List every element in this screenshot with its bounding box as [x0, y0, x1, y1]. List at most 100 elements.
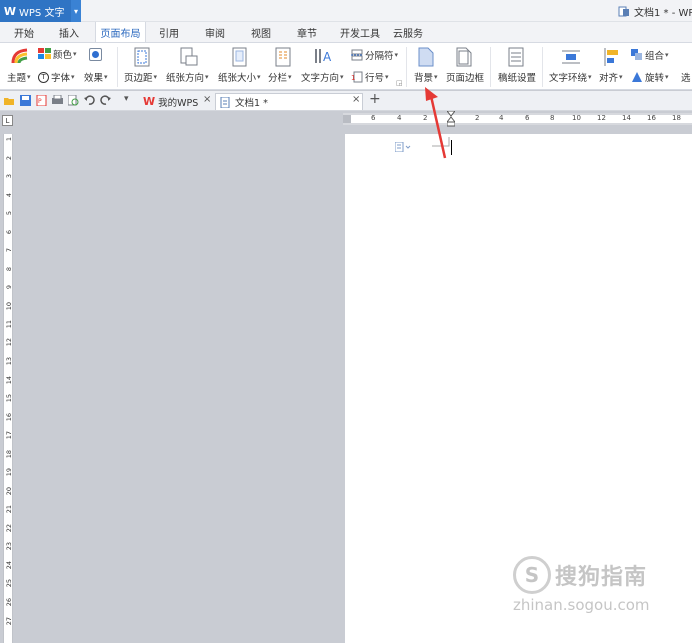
open-folder-icon[interactable]	[4, 95, 15, 106]
text-direction-icon: A	[315, 49, 332, 64]
ruler-label: 23	[5, 542, 13, 551]
columns-icon	[275, 47, 291, 67]
redo-icon[interactable]	[100, 95, 111, 106]
tab-view[interactable]: 视图	[242, 22, 280, 42]
wrap-text-icon	[562, 50, 580, 64]
horizontal-ruler[interactable]: 6 4 2 2 4 6 8 10 12 14 16 18	[343, 111, 692, 127]
ruler-label: 18	[5, 450, 13, 459]
ruler-label: 2	[5, 156, 13, 161]
ruler-label: 6	[525, 114, 530, 122]
text-cursor	[451, 140, 452, 155]
breaks-button[interactable]: 分隔符 ▾	[351, 48, 398, 62]
ruler-corner-tab-selector[interactable]: L	[2, 115, 13, 126]
ruler-label: 2	[475, 114, 480, 122]
watermark-text: 搜狗指南	[555, 565, 648, 590]
ruler-label: 12	[597, 114, 606, 122]
paragraph-layout-icon[interactable]	[395, 142, 411, 152]
ruler-label: 11	[5, 320, 13, 329]
margin-corner-mark	[432, 137, 450, 147]
chevron-down-icon[interactable]: ▾	[71, 0, 81, 22]
background-button[interactable]: 背景 ▾	[414, 70, 438, 84]
columns-button[interactable]: 分栏 ▾	[268, 70, 292, 84]
tab-review[interactable]: 审阅	[196, 22, 234, 42]
paper-size-button[interactable]: 纸张大小 ▾	[218, 70, 261, 84]
text-direction-button[interactable]: 文字方向 ▾	[301, 70, 344, 84]
ribbon-separator	[406, 47, 407, 87]
dialog-launcher-icon[interactable]: ◲	[396, 79, 403, 87]
color-button[interactable]: 颜色 ▾	[38, 47, 77, 61]
print-icon[interactable]	[52, 95, 63, 106]
svg-text:P: P	[38, 98, 42, 105]
breaks-icon	[351, 49, 363, 61]
tab-home[interactable]: 开始	[4, 22, 44, 42]
theme-icon	[11, 48, 28, 64]
ruler-label: 3	[5, 174, 13, 179]
ruler-label: 25	[5, 579, 13, 588]
orientation-button[interactable]: 纸张方向 ▾	[166, 70, 209, 84]
title-bar: W WPS 文字 ▾ 文档1 * - WPS	[0, 0, 692, 22]
page-border-icon	[456, 47, 472, 67]
ruler-label: 13	[5, 357, 13, 366]
watermark-url: zhinan.sogou.com	[513, 596, 650, 614]
tab-insert[interactable]: 插入	[48, 22, 90, 42]
effect-button[interactable]: 效果 ▾	[84, 70, 108, 84]
ruler-margin-area	[343, 115, 351, 123]
ribbon-separator	[490, 47, 491, 87]
tab-developer[interactable]: 开发工具	[332, 22, 388, 42]
ruler-label: 14	[5, 376, 13, 385]
ruler-label: 16	[647, 114, 656, 122]
ribbon-page-layout: 主题 ▾ 颜色 ▾ T 字体 ▾ 效果 ▾ 页边距 ▾ 纸张方向 ▾ 纸张大小 ▾ 分栏 ▾ A…	[0, 42, 692, 90]
document-title: 文档1 * - WPS	[634, 7, 692, 19]
rotate-icon	[632, 72, 642, 82]
export-pdf-icon[interactable]: P	[36, 95, 47, 106]
ruler-label: 18	[672, 114, 681, 122]
app-menu-button[interactable]: W WPS 文字 ▾	[0, 0, 81, 22]
ribbon-separator	[117, 47, 118, 87]
manuscript-button[interactable]: 稿纸设置	[498, 70, 536, 84]
undo-icon[interactable]	[84, 95, 95, 106]
close-tab-icon[interactable]: ×	[352, 94, 360, 105]
font-circle-icon: T	[38, 71, 49, 83]
svg-text:A: A	[323, 50, 332, 64]
ruler-label: 21	[5, 505, 13, 514]
effect-icon	[89, 48, 102, 61]
line-numbers-button[interactable]: 1 行号 ▾	[351, 70, 389, 84]
tab-section[interactable]: 章节	[288, 22, 326, 42]
align-button[interactable]: 对齐 ▾	[599, 70, 623, 84]
wrap-text-button[interactable]: 文字环绕 ▾	[549, 70, 592, 84]
rotate-button[interactable]: 旋转 ▾	[631, 70, 669, 84]
customize-dropdown-icon[interactable]: ▾	[124, 94, 129, 104]
select-pane-button[interactable]: 选	[681, 70, 691, 84]
ruler-label: 7	[5, 248, 13, 253]
ruler-label: 6	[5, 230, 13, 235]
tab-document-1[interactable]: 文档1 *	[215, 93, 363, 110]
new-tab-plus-icon[interactable]: +	[369, 91, 381, 107]
margins-button[interactable]: 页边距 ▾	[124, 70, 157, 84]
tab-references[interactable]: 引用	[150, 22, 188, 42]
vertical-ruler[interactable]: 1 2 3 4 5 6 7 8 9 10 11 12 13 14 15 16 1…	[3, 134, 13, 643]
sogou-logo-icon: S	[513, 556, 551, 594]
ruler-label: 20	[5, 487, 13, 496]
tab-cloud[interactable]: 云服务	[388, 22, 428, 42]
group-button[interactable]: 组合 ▾	[631, 48, 669, 62]
manuscript-icon	[508, 47, 524, 67]
ruler-label: 1	[5, 137, 13, 142]
tab-page-layout[interactable]: 页面布局	[95, 22, 146, 43]
ribbon-separator	[542, 47, 543, 87]
ruler-label: 27	[5, 617, 13, 626]
page-border-button[interactable]: 页面边框	[446, 70, 484, 84]
indent-marker-icon[interactable]	[447, 111, 455, 127]
ruler-label: 24	[5, 561, 13, 570]
ruler-label: 10	[572, 114, 581, 122]
document-icon	[618, 6, 629, 16]
close-tab-icon[interactable]: ×	[203, 94, 211, 105]
font-button[interactable]: T 字体 ▾	[38, 70, 75, 84]
save-icon[interactable]	[20, 95, 31, 106]
ruler-label: 14	[622, 114, 631, 122]
effect-swatch[interactable]	[89, 48, 102, 61]
print-preview-icon[interactable]	[68, 95, 79, 106]
ruler-text-area	[343, 115, 692, 123]
ruler-label: 9	[5, 285, 13, 290]
app-name: WPS 文字	[19, 7, 65, 19]
theme-button[interactable]: 主题 ▾	[7, 70, 31, 84]
